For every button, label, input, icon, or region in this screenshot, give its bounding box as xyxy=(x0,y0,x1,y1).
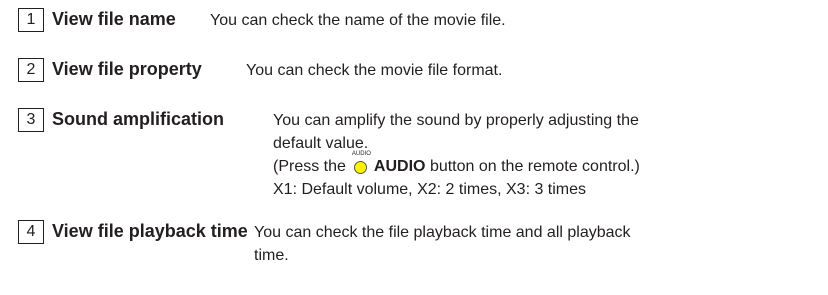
item-number: 4 xyxy=(18,220,44,244)
item-title: Sound amplification xyxy=(52,109,225,129)
item-description-line1: You can check the file playback time and… xyxy=(254,224,631,241)
item-description: You can check the name of the movie file… xyxy=(210,12,506,29)
audio-button-circle xyxy=(353,161,367,174)
amplification-levels: X1: Default volume, X2: 2 times, X3: 3 t… xyxy=(273,181,587,198)
item-description-line1: You can amplify the sound by properly ad… xyxy=(273,112,639,129)
item-number: 1 xyxy=(18,8,44,32)
press-instruction: (Press the AUDIO AUDIO button on the remot… xyxy=(273,151,640,177)
item-number: 2 xyxy=(18,58,44,82)
item-title: View file property xyxy=(52,59,202,79)
audio-button-name: AUDIO xyxy=(373,158,426,175)
audio-icon-label: AUDIO xyxy=(351,151,371,157)
press-prefix: (Press the xyxy=(273,158,346,175)
item-description: You can check the movie file format. xyxy=(246,62,503,79)
item-title: View file name xyxy=(52,9,176,29)
item-description-line2: time. xyxy=(254,247,289,264)
audio-button-icon: AUDIO xyxy=(352,151,371,174)
press-suffix: button on the remote control.) xyxy=(429,158,640,175)
item-number: 3 xyxy=(18,108,44,132)
item-title: View file playback time xyxy=(52,221,248,241)
